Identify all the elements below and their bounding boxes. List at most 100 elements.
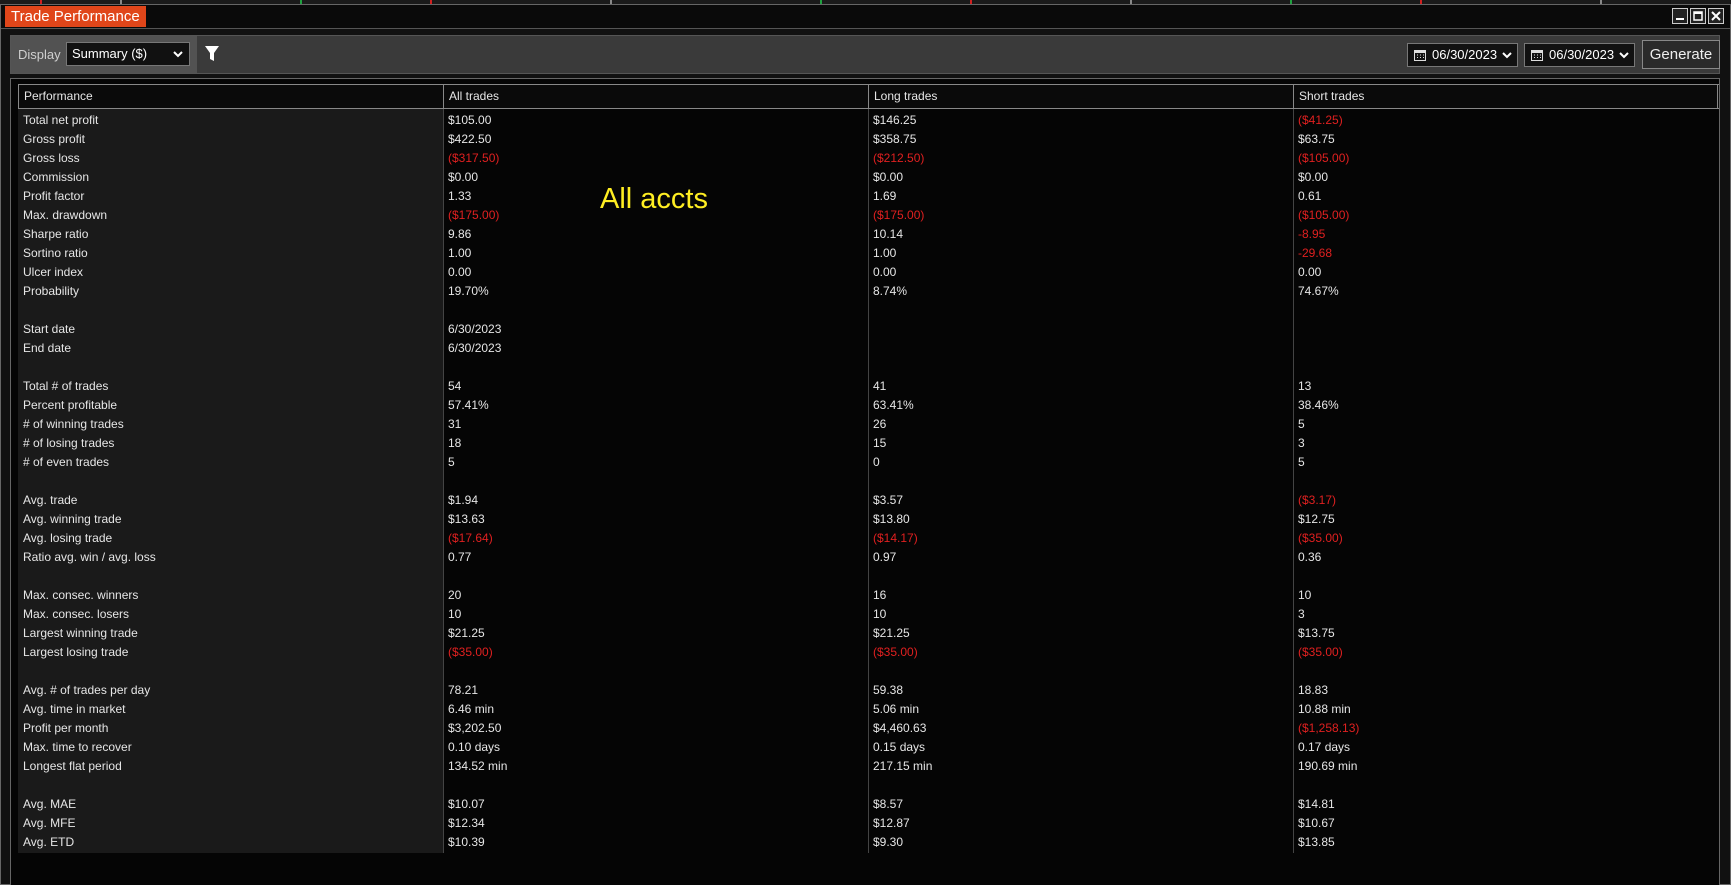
short-trades-value: ($1,258.13) <box>1298 721 1360 735</box>
long-trades-value: $3.57 <box>873 493 904 507</box>
short-trades-value: ($3.17) <box>1298 493 1337 507</box>
table-row: Avg. losing trade ($17.64) ($14.17) ($35.00… <box>18 529 1719 548</box>
short-trades-value: ($35.00) <box>1298 645 1343 659</box>
row-label: Sortino ratio <box>23 246 88 260</box>
all-trades-value: ($35.00) <box>448 645 493 659</box>
all-trades-value <box>443 472 448 491</box>
short-trades-value <box>1293 320 1298 339</box>
table-row: Max. drawdown ($175.00) ($175.00) ($105.00) <box>18 206 1719 225</box>
display-select[interactable]: Summary ($) <box>66 42 190 66</box>
row-label: Largest losing trade <box>23 645 129 659</box>
table-row: Largest losing trade ($35.00) ($35.00) ($35… <box>18 643 1719 662</box>
row-label: End date <box>23 341 72 355</box>
row-label <box>18 776 23 795</box>
all-trades-value: ($17.64) <box>448 531 493 545</box>
all-trades-value <box>443 567 448 586</box>
row-label: Gross loss <box>23 151 80 165</box>
all-trades-value: $10.07 <box>448 797 485 811</box>
short-trades-value: -29.68 <box>1298 246 1333 260</box>
all-trades-value: ($175.00) <box>448 208 500 222</box>
all-trades-value: 54 <box>448 379 462 393</box>
short-trades-value: $13.85 <box>1298 835 1335 849</box>
all-trades-value: $1.94 <box>448 493 479 507</box>
row-label <box>18 567 23 586</box>
table-row: Avg. ETD $10.39 $9.30 $13.85 <box>18 833 1719 852</box>
all-trades-value: 0.10 days <box>448 740 501 754</box>
long-trades-value: $4,460.63 <box>873 721 927 735</box>
long-trades-value <box>868 662 873 681</box>
row-label: Max. time to recover <box>23 740 132 754</box>
table-row: Total # of trades 54 41 13 <box>18 377 1719 396</box>
header-performance[interactable]: Performance <box>19 85 444 108</box>
close-button[interactable] <box>1708 8 1724 24</box>
row-label: Sharpe ratio <box>23 227 89 241</box>
row-label: Max. drawdown <box>23 208 108 222</box>
table-row: End date 6/30/2023 <box>18 339 1719 358</box>
header-short-trades[interactable]: Short trades <box>1294 85 1718 108</box>
table-row: Gross loss ($317.50) ($212.50) ($105.00) <box>18 149 1719 168</box>
row-label: # of even trades <box>23 455 110 469</box>
close-icon <box>1711 11 1721 21</box>
row-label <box>18 358 23 377</box>
long-trades-value: 26 <box>873 417 887 431</box>
long-trades-value: 0 <box>873 455 880 469</box>
table-row <box>18 358 1719 377</box>
row-label: Max. consec. winners <box>23 588 139 602</box>
short-trades-value: -8.95 <box>1298 227 1326 241</box>
short-trades-value: 38.46% <box>1298 398 1339 412</box>
table-row: Commission $0.00 $0.00 $0.00 <box>18 168 1719 187</box>
row-label: Ratio avg. win / avg. loss <box>23 550 156 564</box>
date-to-select[interactable]: 06/30/2023 <box>1524 43 1635 67</box>
short-trades-value: 190.69 min <box>1298 759 1358 773</box>
long-trades-value <box>868 320 873 339</box>
performance-grid-frame: Performance All trades Long trades Short… <box>10 78 1720 885</box>
long-trades-value: 8.74% <box>873 284 908 298</box>
short-trades-value: $10.67 <box>1298 816 1335 830</box>
chevron-down-icon <box>1619 52 1629 59</box>
long-trades-value: $0.00 <box>873 170 904 184</box>
all-trades-value: 19.70% <box>448 284 489 298</box>
header-all-trades[interactable]: All trades <box>444 85 869 108</box>
row-label: Avg. ETD <box>23 835 75 849</box>
long-trades-value: 0.97 <box>873 550 897 564</box>
table-row: Sortino ratio 1.00 1.00 -29.68 <box>18 244 1719 263</box>
short-trades-value: 5 <box>1298 455 1305 469</box>
long-trades-value: $358.75 <box>873 132 917 146</box>
table-row: Avg. winning trade $13.63 $13.80 $12.75 <box>18 510 1719 529</box>
table-row: Start date 6/30/2023 <box>18 320 1719 339</box>
title-bar[interactable]: Trade Performance <box>1 5 1730 29</box>
row-label: Gross profit <box>23 132 86 146</box>
short-trades-value: 0.00 <box>1298 265 1322 279</box>
all-trades-value: 57.41% <box>448 398 489 412</box>
row-label: Avg. losing trade <box>23 531 113 545</box>
short-trades-value: $63.75 <box>1298 132 1335 146</box>
row-label: Avg. MFE <box>23 816 76 830</box>
all-trades-value <box>443 358 448 377</box>
table-row <box>18 776 1719 795</box>
short-trades-value: ($105.00) <box>1298 151 1350 165</box>
row-label: Profit factor <box>23 189 85 203</box>
header-long-trades[interactable]: Long trades <box>869 85 1294 108</box>
date-from-select[interactable]: 06/30/2023 <box>1407 43 1518 67</box>
short-trades-value: ($105.00) <box>1298 208 1350 222</box>
all-trades-value: 134.52 min <box>448 759 508 773</box>
all-trades-value: $13.63 <box>448 512 485 526</box>
all-trades-value: $105.00 <box>448 113 492 127</box>
performance-grid: Performance All trades Long trades Short… <box>18 84 1719 853</box>
row-label: Avg. # of trades per day <box>23 683 151 697</box>
all-trades-value: ($317.50) <box>448 151 500 165</box>
row-label: # of winning trades <box>23 417 124 431</box>
filter-icon[interactable] <box>204 45 220 63</box>
long-trades-value: $13.80 <box>873 512 910 526</box>
all-trades-value: 18 <box>448 436 462 450</box>
generate-button[interactable]: Generate <box>1642 40 1720 69</box>
minimize-button[interactable] <box>1672 8 1688 24</box>
short-trades-value: 5 <box>1298 417 1305 431</box>
chevron-down-icon <box>1502 52 1512 59</box>
short-trades-value: ($41.25) <box>1298 113 1343 127</box>
all-trades-value: 6/30/2023 <box>448 341 502 355</box>
short-trades-value <box>1293 662 1298 681</box>
table-row <box>18 301 1719 320</box>
row-label: Max. consec. losers <box>23 607 130 621</box>
maximize-button[interactable] <box>1690 8 1706 24</box>
